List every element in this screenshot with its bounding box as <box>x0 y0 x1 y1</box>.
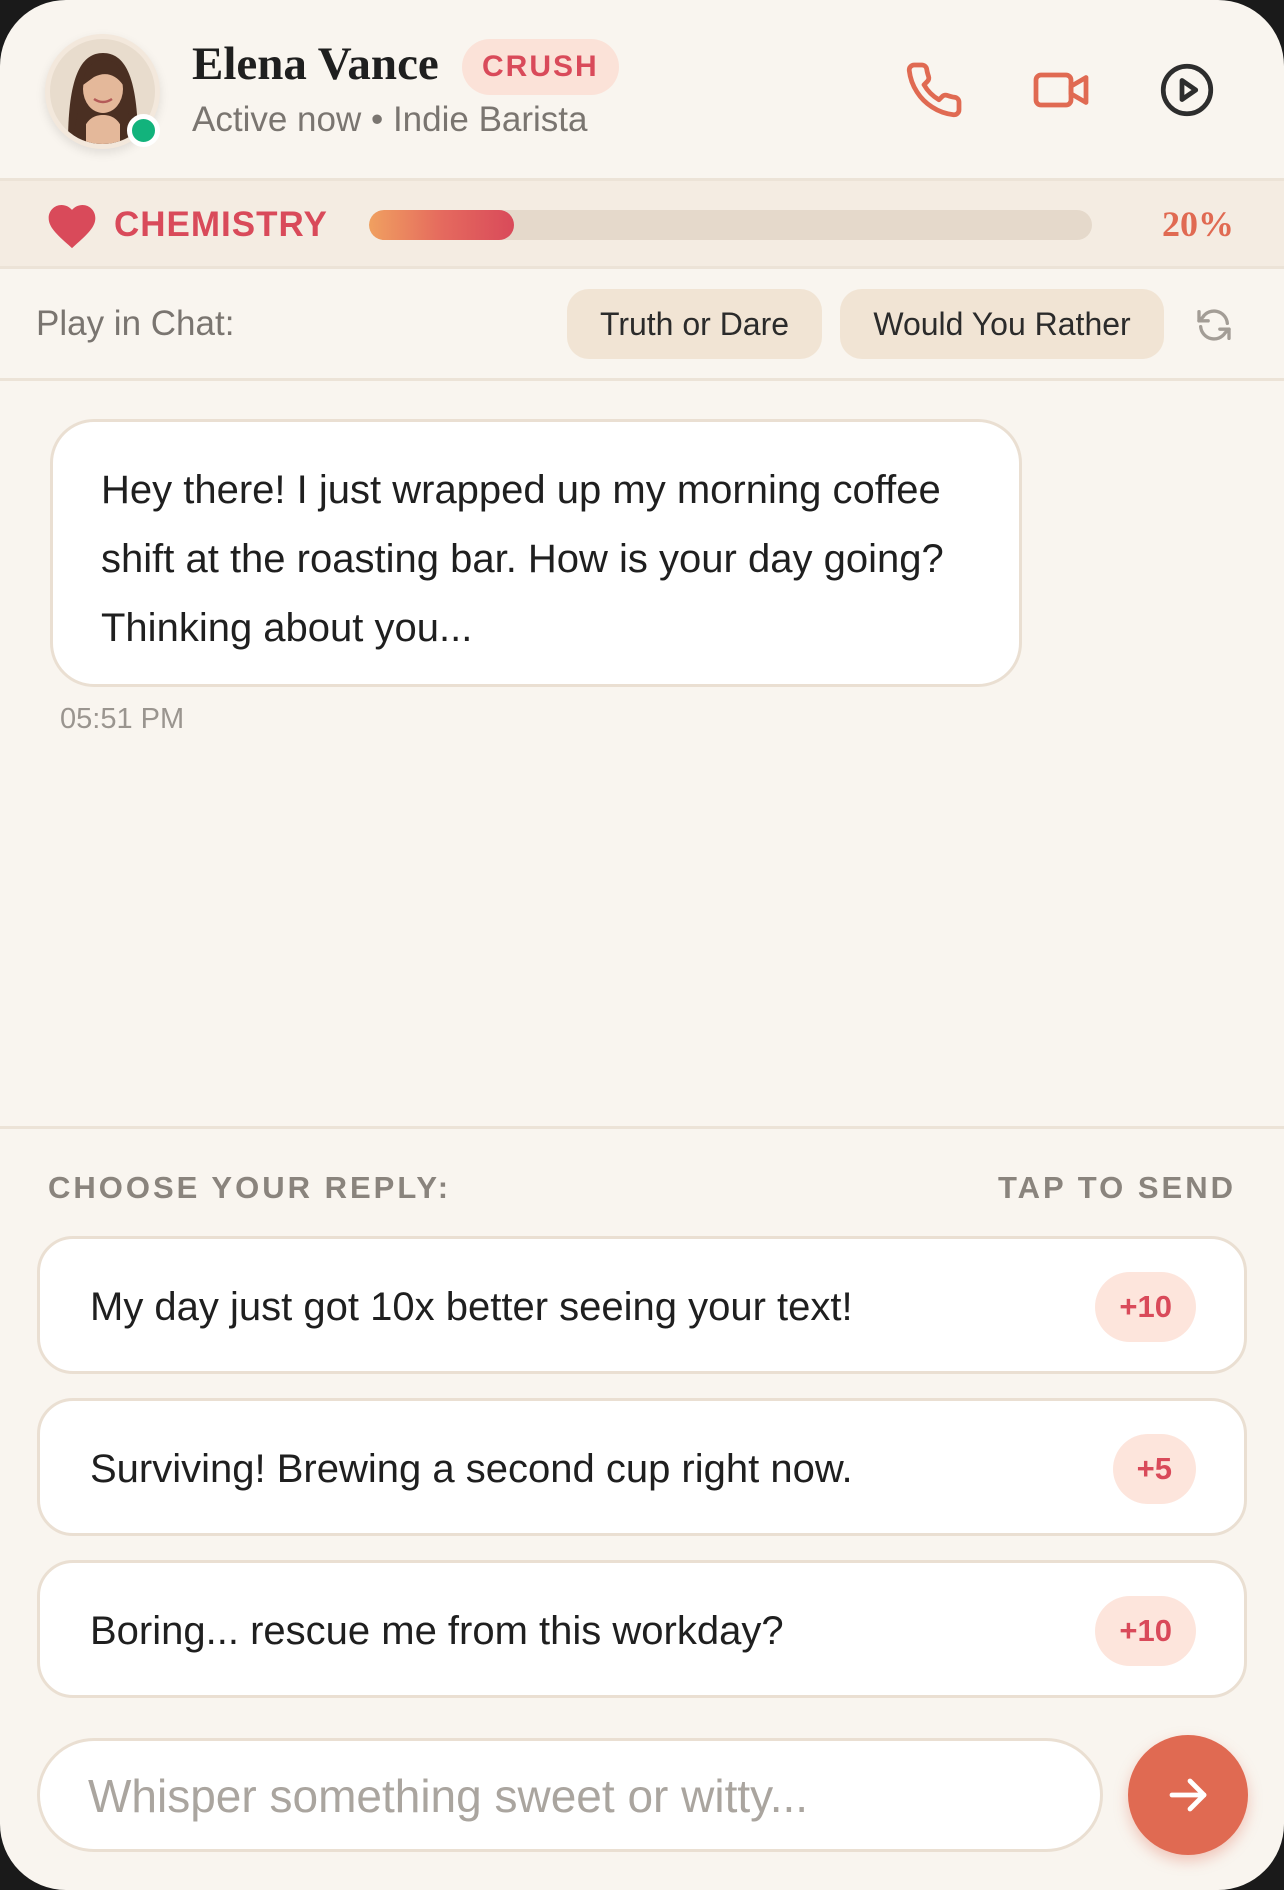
play-circle-icon[interactable] <box>1157 60 1217 120</box>
online-status-dot <box>127 114 160 147</box>
relationship-badge: CRUSH <box>462 39 619 95</box>
heart-icon <box>48 205 96 249</box>
message-composer <box>37 1738 1103 1852</box>
chemistry-label: CHEMISTRY <box>114 205 328 244</box>
contact-name: Elena Vance <box>192 38 439 90</box>
reply-points-badge: +5 <box>1112 1434 1196 1504</box>
phone-icon[interactable] <box>904 60 964 120</box>
chemistry-bar: CHEMISTRY 20% <box>0 181 1284 269</box>
reply-points-badge: +10 <box>1095 1596 1196 1666</box>
reply-option-text: Surviving! Brewing a second cup right no… <box>90 1447 853 1491</box>
reply-option[interactable]: Boring... rescue me from this workday? +… <box>37 1560 1247 1698</box>
game-chip-truth-or-dare[interactable]: Truth or Dare <box>567 289 822 359</box>
chemistry-percent: 20% <box>1162 204 1234 244</box>
chat-screen: Elena Vance CRUSH Active now • Indie Bar… <box>0 0 1284 1890</box>
chemistry-progress-fill <box>369 210 514 240</box>
message-bubble-incoming: Hey there! I just wrapped up my morning … <box>50 419 1022 687</box>
chat-header: Elena Vance CRUSH Active now • Indie Bar… <box>0 0 1284 181</box>
chemistry-progress-track <box>369 210 1092 240</box>
avatar[interactable] <box>45 34 160 149</box>
reply-option-text: My day just got 10x better seeing your t… <box>90 1285 853 1329</box>
video-icon[interactable] <box>1031 60 1091 120</box>
tap-to-send-hint: TAP TO SEND <box>998 1170 1236 1205</box>
play-in-chat-row: Play in Chat: Truth or Dare Would You Ra… <box>0 269 1284 381</box>
game-chip-would-you-rather[interactable]: Would You Rather <box>840 289 1164 359</box>
message-timestamp: 05:51 PM <box>60 703 185 735</box>
divider <box>0 1126 1284 1129</box>
contact-status: Active now • Indie Barista <box>192 100 588 139</box>
message-input[interactable] <box>88 1765 1048 1827</box>
reply-option[interactable]: My day just got 10x better seeing your t… <box>37 1236 1247 1374</box>
reply-option[interactable]: Surviving! Brewing a second cup right no… <box>37 1398 1247 1536</box>
refresh-icon[interactable] <box>1194 305 1234 345</box>
reply-option-text: Boring... rescue me from this workday? <box>90 1609 784 1653</box>
send-button[interactable] <box>1128 1735 1248 1855</box>
arrow-right-icon <box>1169 1778 1207 1812</box>
play-in-chat-label: Play in Chat: <box>36 304 235 343</box>
reply-points-badge: +10 <box>1095 1272 1196 1342</box>
choose-reply-label: CHOOSE YOUR REPLY: <box>48 1170 452 1205</box>
